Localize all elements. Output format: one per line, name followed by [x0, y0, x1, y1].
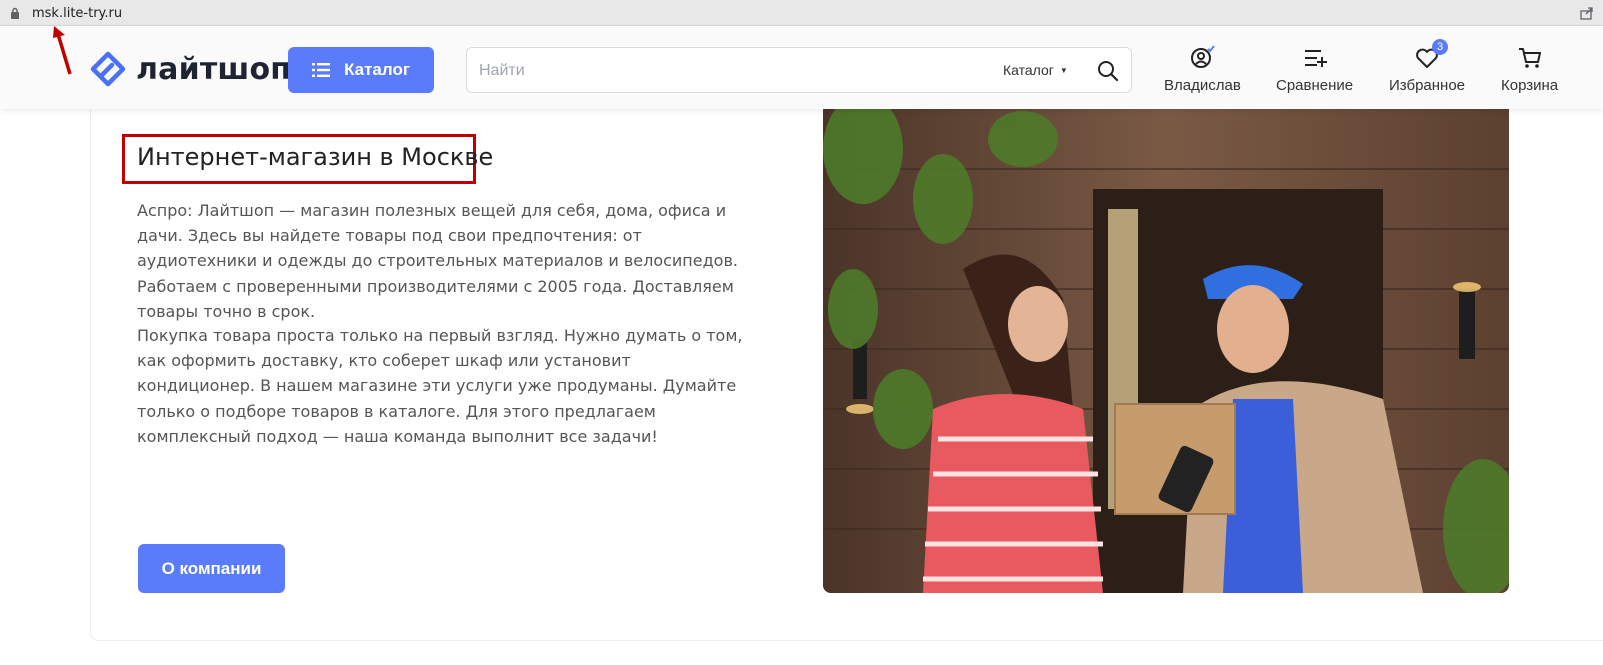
- share-icon[interactable]: [1579, 5, 1595, 21]
- cart-icon: [1518, 48, 1541, 68]
- url-text[interactable]: msk.lite-try.ru: [32, 6, 122, 21]
- header-cart-link[interactable]: Корзина: [1501, 45, 1558, 94]
- annotation-arrow-icon: [53, 26, 72, 75]
- list-icon: [312, 63, 331, 77]
- compare-icon: [1304, 50, 1327, 67]
- header-compare-link[interactable]: Сравнение: [1276, 45, 1353, 94]
- site-header: лайтшоп Каталог Каталог ▼ Влад: [0, 27, 1603, 109]
- search-box: Каталог ▼: [466, 47, 1132, 93]
- search-scope-dropdown[interactable]: Каталог ▼: [1003, 62, 1068, 78]
- user-icon: [1191, 45, 1216, 68]
- favorites-count-badge: 3: [1432, 39, 1449, 55]
- delivery-photo: [823, 109, 1509, 593]
- header-favorites-label: Избранное: [1389, 77, 1466, 94]
- caret-down-icon: ▼: [1059, 65, 1068, 75]
- header-compare-label: Сравнение: [1276, 77, 1354, 94]
- delivery-photo-illustration: [823, 109, 1509, 593]
- intro-paragraph-1: Аспро: Лайтшоп — магазин полезных вещей …: [137, 201, 738, 321]
- favorites-icon-wrap: 3: [1414, 39, 1449, 71]
- catalog-button[interactable]: Каталог: [288, 47, 434, 93]
- header-user-label: Владислав: [1164, 77, 1241, 94]
- header-user-link[interactable]: Владислав: [1164, 45, 1241, 94]
- search-icon[interactable]: [1097, 60, 1119, 82]
- logo-icon: [90, 51, 126, 87]
- catalog-button-label: Каталог: [344, 60, 410, 79]
- about-company-button[interactable]: О компании: [138, 544, 285, 593]
- intro-paragraph-2: Покупка товара проста только на первый в…: [137, 326, 743, 446]
- lock-icon: [11, 7, 19, 19]
- page-title: Интернет-магазин в Москве: [137, 143, 494, 171]
- search-input[interactable]: [479, 59, 979, 83]
- browser-address-bar[interactable]: msk.lite-try.ru: [0, 0, 1603, 26]
- site-logo[interactable]: лайтшоп: [90, 51, 291, 87]
- header-cart-label: Корзина: [1501, 77, 1559, 94]
- header-favorites-link[interactable]: 3 Избранное: [1389, 39, 1466, 94]
- logo-text: лайтшоп: [136, 51, 292, 87]
- search-scope-label: Каталог: [1003, 62, 1054, 78]
